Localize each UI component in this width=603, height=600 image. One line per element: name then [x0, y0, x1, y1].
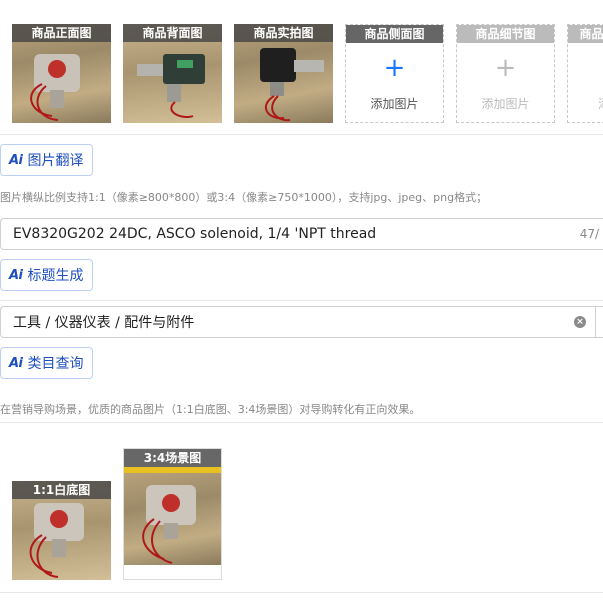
scene-image[interactable]: 3:4场景图 — [123, 448, 222, 580]
ai-icon: Ai — [9, 152, 23, 168]
white-bg-label: 1:1白底图 — [12, 481, 111, 499]
title-value: EV8320G202 24DC, ASCO solenoid, 1/4 'NPT… — [13, 226, 377, 242]
plus-icon: + — [383, 53, 406, 83]
solenoid-photo — [142, 485, 196, 564]
marketing-hint: 在营销导购场景，优质的商品图片（1:1白底图、3:4场景图）对导购转化有正向效果… — [0, 403, 421, 416]
field-separator — [595, 307, 596, 337]
detail-image-label: 商品细节图 — [457, 25, 554, 43]
back-image-label: 商品背面图 — [123, 24, 222, 42]
category-select[interactable]: 工具 / 仪器仪表 / 配件与附件 × — [0, 306, 603, 338]
product-image-row: 商品正面图 商品背面图 商品实拍图 商品侧面图 + 添加图片 商品细节图 + 添 — [12, 24, 603, 124]
front-image-thumb[interactable]: 商品正面图 — [12, 24, 111, 123]
title-generate-label: 标题生成 — [27, 268, 84, 284]
ai-icon: Ai — [9, 267, 23, 283]
title-input[interactable]: EV8320G202 24DC, ASCO solenoid, 1/4 'NPT… — [0, 218, 603, 250]
divider — [0, 422, 603, 423]
image-padding — [124, 565, 221, 579]
category-query-button[interactable]: Ai 类目查询 — [0, 347, 93, 379]
image-translate-label: 图片翻译 — [27, 153, 84, 169]
divider — [0, 134, 603, 135]
divider — [0, 300, 603, 301]
scene-image-label: 3:4场景图 — [124, 449, 221, 467]
add-image-text: 添加图片 — [481, 97, 530, 111]
front-image-label: 商品正面图 — [12, 24, 111, 42]
extra-image-add[interactable]: 商品 添 — [567, 24, 603, 123]
category-query-label: 类目查询 — [27, 356, 84, 372]
title-generate-button[interactable]: Ai 标题生成 — [0, 259, 93, 291]
extra-image-label: 商品 — [568, 25, 603, 43]
white-bg-image[interactable]: 1:1白底图 — [12, 481, 111, 580]
image-format-hint: 图片横纵比例支持1:1（像素≥800*800）或3:4（像素≥750*1000）… — [0, 191, 488, 204]
real-image-thumb[interactable]: 商品实拍图 — [234, 24, 333, 123]
title-char-count: 47/ — [579, 227, 599, 241]
back-image-thumb[interactable]: 商品背面图 — [123, 24, 222, 123]
add-image-text: 添 — [598, 95, 603, 112]
detail-image-add[interactable]: 商品细节图 + 添加图片 — [456, 24, 555, 123]
side-image-label: 商品侧面图 — [346, 25, 443, 43]
add-image-text: 添加图片 — [370, 97, 419, 111]
divider — [0, 592, 603, 593]
plus-icon: + — [494, 53, 517, 83]
category-value: 工具 / 仪器仪表 / 配件与附件 — [13, 315, 195, 331]
side-image-add[interactable]: 商品侧面图 + 添加图片 — [345, 24, 444, 123]
image-translate-button[interactable]: Ai 图片翻译 — [0, 144, 93, 176]
ai-icon: Ai — [9, 355, 23, 371]
real-image-label: 商品实拍图 — [234, 24, 333, 42]
clear-icon[interactable]: × — [574, 316, 586, 328]
